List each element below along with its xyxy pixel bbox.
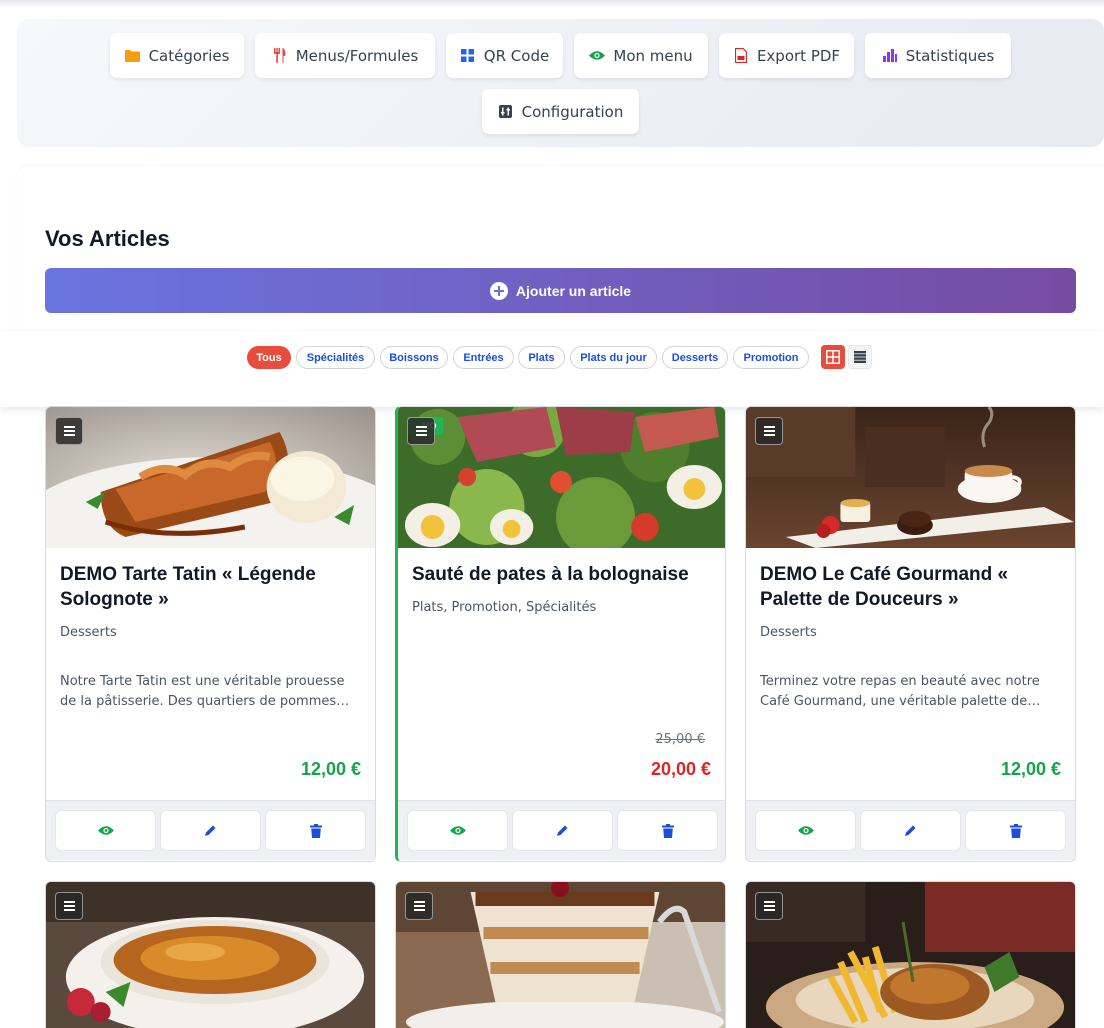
delete-button[interactable] <box>617 810 718 851</box>
filter-bar <box>0 331 1104 407</box>
delete-button[interactable] <box>965 810 1066 851</box>
creme-brulee-photo <box>46 882 375 1028</box>
tiramisu-photo <box>396 882 725 1028</box>
export-pdf-label: Export PDF <box>756 46 841 65</box>
mon-menu-label: Mon menu <box>613 46 693 65</box>
filter-entrees[interactable]: Entrées <box>453 346 514 369</box>
card-price: 20,00 € <box>650 759 711 779</box>
card-category: Desserts <box>760 625 817 640</box>
article-card <box>395 881 726 1028</box>
pdf-file-icon <box>733 48 749 64</box>
article-card: DEMO Le Café Gourmand « Palette de Douce… <box>745 406 1076 862</box>
card-old-price: 25,00 € <box>655 732 705 747</box>
statistiques-label: Statistiques <box>905 46 995 65</box>
folder-icon <box>125 48 141 64</box>
pencil-icon <box>905 825 916 836</box>
filter-tous[interactable]: Tous <box>247 346 291 369</box>
bar-chart-icon <box>882 48 898 64</box>
pencil-icon <box>557 825 568 836</box>
categories-label: Catégories <box>148 46 230 65</box>
drag-handle-icon[interactable] <box>755 892 783 920</box>
article-card: MO Sauté de pates à la bolognaise Plats,… <box>395 406 726 862</box>
eye-icon <box>449 826 466 835</box>
edit-button[interactable] <box>512 810 613 851</box>
article-card <box>45 881 376 1028</box>
view-button[interactable] <box>55 810 156 851</box>
view-button[interactable] <box>755 810 856 851</box>
grid-view-icon <box>826 350 840 364</box>
card-actions <box>746 800 1075 860</box>
configuration-button[interactable]: Configuration <box>482 89 639 134</box>
card-category: Desserts <box>60 625 117 640</box>
tarte-tatin-photo <box>46 407 375 548</box>
article-card <box>745 881 1076 1028</box>
filter-specialites[interactable]: Spécialités <box>296 346 375 369</box>
cafe-gourmand-photo <box>746 407 1075 548</box>
article-card: DEMO Tarte Tatin « Légende Solognote » D… <box>45 406 376 862</box>
drag-handle-icon[interactable] <box>755 417 783 445</box>
eye-icon <box>797 826 814 835</box>
card-category: Plats, Promotion, Spécialités <box>412 600 597 615</box>
qrcode-icon <box>460 48 476 64</box>
edit-button[interactable] <box>160 810 261 851</box>
card-title: DEMO Tarte Tatin « Légende Solognote » <box>60 564 316 610</box>
drag-handle-icon[interactable] <box>55 417 83 445</box>
filter-promotion[interactable]: Promotion <box>733 346 809 369</box>
grid-view-button[interactable] <box>821 345 845 369</box>
categories-button[interactable]: Catégories <box>110 33 244 78</box>
card-title: DEMO Le Café Gourmand « Palette de Douce… <box>760 564 1009 610</box>
card-title: Sauté de pates à la bolognaise <box>412 564 689 585</box>
drag-handle-icon[interactable] <box>407 417 435 445</box>
menus-formules-button[interactable]: Menus/Formules <box>255 33 435 78</box>
edit-button[interactable] <box>860 810 961 851</box>
pencil-icon <box>205 825 216 836</box>
card-price: 12,00 € <box>300 759 361 779</box>
statistiques-button[interactable]: Statistiques <box>865 33 1011 78</box>
add-article-label: Ajouter un article <box>515 282 632 299</box>
card-actions <box>398 800 725 860</box>
configuration-label: Configuration <box>521 102 624 121</box>
drag-handle-icon[interactable] <box>405 892 433 920</box>
qr-code-label: QR Code <box>483 46 550 65</box>
drag-handle-icon[interactable] <box>55 892 83 920</box>
utensils-icon <box>272 48 288 64</box>
trash-icon <box>309 823 322 838</box>
filter-plats[interactable]: Plats <box>518 346 565 369</box>
add-article-button[interactable]: Ajouter un article <box>45 268 1076 313</box>
filter-boissons[interactable]: Boissons <box>380 346 448 369</box>
export-pdf-button[interactable]: Export PDF <box>719 33 854 78</box>
top-shadow-line <box>0 0 1104 8</box>
sliders-icon <box>498 104 514 120</box>
view-button[interactable] <box>407 810 508 851</box>
qr-code-button[interactable]: QR Code <box>446 33 563 78</box>
filter-desserts[interactable]: Desserts <box>662 346 728 369</box>
filter-plats-du-jour[interactable]: Plats du jour <box>570 346 657 369</box>
page-title: Vos Articles <box>45 226 170 251</box>
mon-menu-button[interactable]: Mon menu <box>574 33 708 78</box>
eye-icon <box>589 48 606 64</box>
card-price: 12,00 € <box>1000 759 1061 779</box>
card-description: Notre Tarte Tatin est une véritable prou… <box>60 674 350 709</box>
card-actions <box>46 800 375 860</box>
menus-formules-label: Menus/Formules <box>295 46 419 65</box>
list-view-icon <box>854 351 866 363</box>
card-description: Terminez votre repas en beauté avec notr… <box>760 674 1041 709</box>
trash-icon <box>1009 823 1022 838</box>
delete-button[interactable] <box>265 810 366 851</box>
tuna-salad-photo <box>398 407 725 548</box>
trash-icon <box>661 823 674 838</box>
eye-icon <box>97 826 114 835</box>
roast-chicken-fries-photo <box>746 882 1075 1028</box>
plus-circle-icon <box>489 281 508 300</box>
list-view-button[interactable] <box>848 345 872 369</box>
